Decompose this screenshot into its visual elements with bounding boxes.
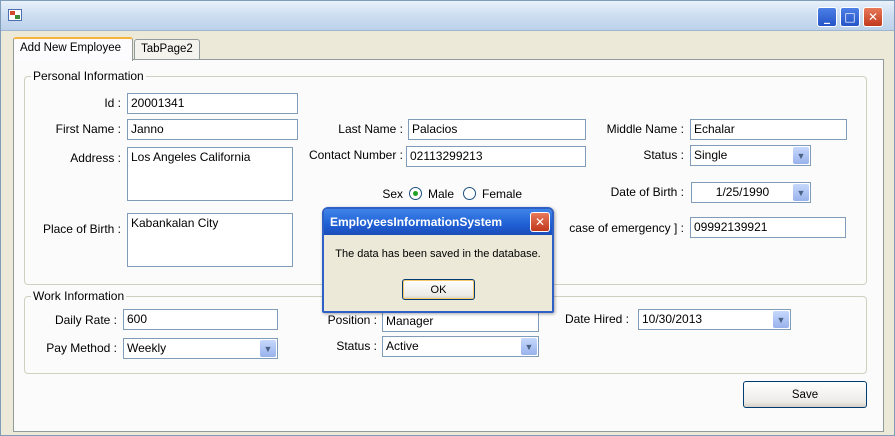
sex-label: Sex	[382, 187, 403, 201]
last-name-field[interactable]: Palacios	[408, 119, 586, 140]
dialog-close-button[interactable]: ✕	[530, 212, 550, 232]
tab-tabpage2[interactable]: TabPage2	[134, 39, 200, 60]
pay-method-dropdown[interactable]: Weekly ▼	[123, 338, 278, 359]
first-name-label: First Name :	[55, 122, 121, 136]
pay-method-label: Pay Method :	[46, 341, 117, 355]
date-of-birth-label: Date of Birth :	[610, 185, 684, 199]
position-field[interactable]: Manager	[382, 311, 539, 332]
calendar-dropdown-icon[interactable]: ▼	[793, 184, 809, 201]
save-button[interactable]: Save	[743, 381, 867, 408]
last-name-label: Last Name :	[338, 122, 403, 136]
close-icon: ✕	[867, 10, 879, 24]
address-label: Address :	[70, 151, 121, 165]
ok-button[interactable]: OK	[402, 279, 475, 300]
message-dialog: EmployeesInformationSystem ✕ The data ha…	[322, 207, 554, 313]
emergency-contact-label: case of emergency ] :	[569, 221, 684, 235]
personal-information-title: Personal Information	[31, 69, 146, 83]
personal-status-dropdown[interactable]: Single ▼	[690, 145, 811, 166]
emergency-contact-field[interactable]: 09992139921	[690, 217, 846, 238]
main-window: _ □ ✕ Add New Employee TabPage2 Personal…	[0, 0, 895, 436]
work-information-title: Work Information	[31, 289, 127, 303]
date-hired-value: 10/30/2013	[642, 312, 703, 326]
personal-status-label: Status :	[643, 148, 684, 162]
maximize-button[interactable]: □	[840, 7, 860, 27]
position-label: Position :	[327, 313, 377, 327]
work-status-label: Status :	[336, 339, 377, 353]
sex-female-label[interactable]: Female	[482, 187, 522, 201]
contact-number-label: Contact Number :	[308, 148, 403, 162]
work-status-value: Active	[386, 339, 419, 353]
sex-female-radio[interactable]	[463, 187, 476, 200]
id-field[interactable]: 20001341	[127, 93, 298, 114]
sex-male-label[interactable]: Male	[428, 187, 454, 201]
minimize-button[interactable]: _	[817, 7, 837, 27]
date-hired-picker[interactable]: 10/30/2013 ▼	[638, 309, 791, 330]
date-hired-label: Date Hired :	[564, 312, 629, 326]
dialog-title-bar[interactable]: EmployeesInformationSystem ✕	[324, 209, 552, 235]
place-of-birth-label: Place of Birth :	[42, 222, 121, 236]
date-of-birth-value: 1/25/1990	[715, 185, 770, 199]
chevron-down-icon[interactable]: ▼	[260, 340, 276, 357]
address-field[interactable]: Los Angeles California	[127, 147, 293, 201]
app-icon[interactable]	[8, 9, 22, 21]
date-of-birth-picker[interactable]: 1/25/1990 ▼	[691, 182, 811, 203]
chevron-down-icon[interactable]: ▼	[521, 338, 537, 355]
contact-number-field[interactable]: 02113299213	[406, 146, 586, 167]
calendar-dropdown-icon[interactable]: ▼	[773, 311, 789, 328]
title-bar[interactable]: _ □ ✕	[1, 1, 894, 31]
daily-rate-field[interactable]: 600	[123, 309, 278, 330]
id-label: Id :	[104, 96, 121, 110]
dialog-title: EmployeesInformationSystem	[330, 215, 503, 229]
pay-method-value: Weekly	[127, 341, 167, 355]
sex-male-radio[interactable]	[409, 187, 422, 200]
personal-status-value: Single	[694, 148, 728, 162]
close-button[interactable]: ✕	[863, 7, 883, 27]
place-of-birth-field[interactable]: Kabankalan City	[127, 213, 293, 267]
middle-name-field[interactable]: Echalar	[690, 119, 847, 140]
dialog-message: The data has been saved in the database.	[335, 248, 541, 260]
first-name-field[interactable]: Janno	[127, 119, 298, 140]
middle-name-label: Middle Name :	[606, 122, 684, 136]
tab-add-new-employee[interactable]: Add New Employee	[13, 37, 133, 61]
chevron-down-icon[interactable]: ▼	[793, 147, 809, 164]
daily-rate-label: Daily Rate :	[54, 313, 117, 327]
work-status-dropdown[interactable]: Active ▼	[382, 336, 539, 357]
maximize-icon: □	[844, 10, 856, 24]
close-icon: ✕	[534, 215, 546, 229]
minimize-icon: _	[824, 10, 830, 24]
